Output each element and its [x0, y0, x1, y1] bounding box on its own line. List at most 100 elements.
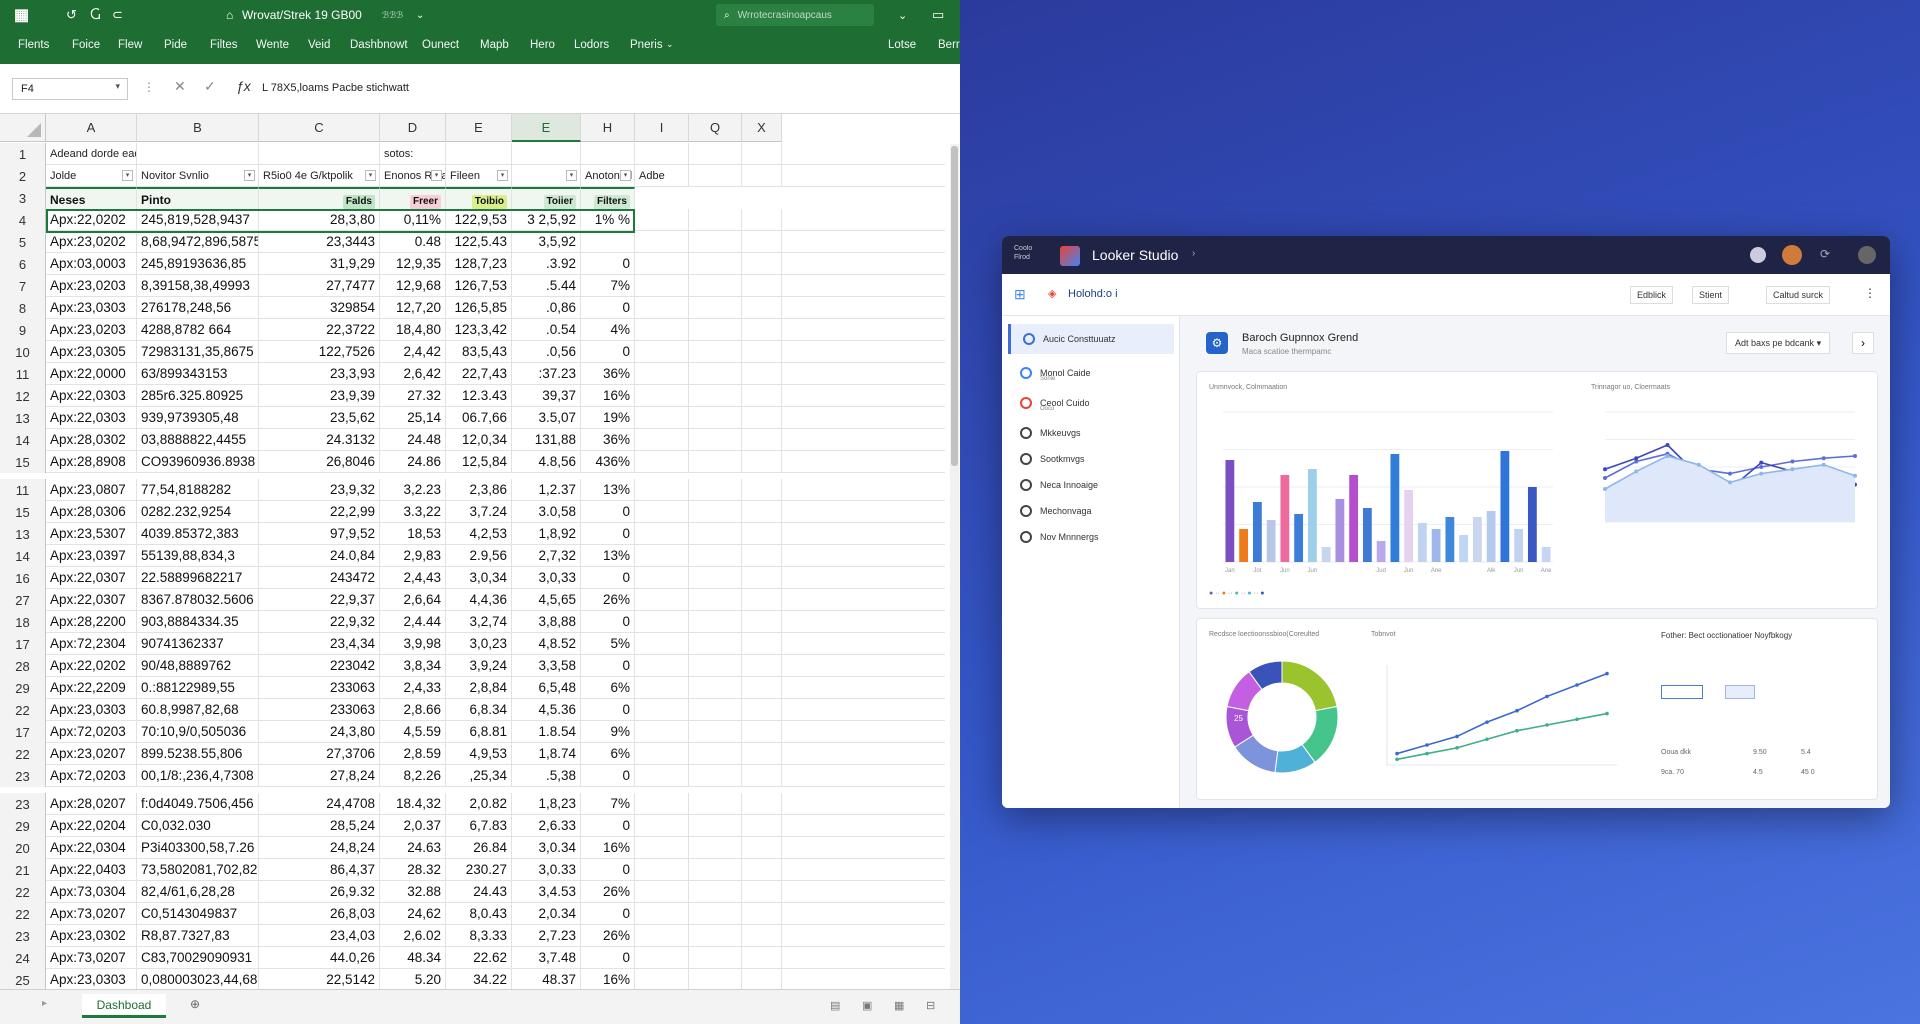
filter-select[interactable]: [1725, 685, 1755, 699]
cell[interactable]: Apx:22,0307: [46, 589, 137, 611]
cell[interactable]: :37.23: [512, 363, 581, 385]
cell[interactable]: Apx:23,0305: [46, 341, 137, 363]
cell[interactable]: Apx:22,0303: [46, 385, 137, 407]
cell[interactable]: [742, 297, 782, 319]
cell[interactable]: [742, 319, 782, 341]
cell[interactable]: [689, 859, 742, 881]
cell[interactable]: Apx:72,0203: [46, 721, 137, 743]
cell[interactable]: 63/899343153: [137, 363, 259, 385]
row-header[interactable]: 15: [0, 501, 46, 523]
cell[interactable]: 2,4.44: [380, 611, 446, 633]
cell[interactable]: Apx:23,0397: [46, 545, 137, 567]
row-header[interactable]: 20: [0, 837, 46, 859]
cell[interactable]: 903,8884334.35: [137, 611, 259, 633]
chevron-down-icon[interactable]: ⌄: [898, 0, 907, 30]
menu-item[interactable]: Hero: [530, 39, 555, 51]
cell[interactable]: 55139,88,834,3: [137, 545, 259, 567]
cell[interactable]: 24.63: [380, 837, 446, 859]
cell[interactable]: [689, 165, 742, 187]
cell[interactable]: [689, 319, 742, 341]
cell[interactable]: [635, 881, 689, 903]
cell[interactable]: 123,3,42: [446, 319, 512, 341]
page-break-icon[interactable]: ▦: [894, 999, 904, 1012]
cell[interactable]: 2,8.66: [380, 699, 446, 721]
sidebar-item[interactable]: Aucic Consttuuatz: [1008, 324, 1174, 354]
cell[interactable]: 0: [581, 501, 635, 523]
cell[interactable]: [689, 881, 742, 903]
header-cell[interactable]: Pinto: [137, 187, 259, 209]
cell[interactable]: 122,7526: [259, 341, 380, 363]
cell[interactable]: 12,7,20: [380, 297, 446, 319]
cell[interactable]: Apx:22,0204: [46, 815, 137, 837]
cell[interactable]: 3,7.48: [512, 947, 581, 969]
enter-icon[interactable]: ✓: [204, 78, 216, 95]
cell[interactable]: 27.32: [380, 385, 446, 407]
cell[interactable]: 126,5,85: [446, 297, 512, 319]
cell[interactable]: [689, 633, 742, 655]
row-header[interactable]: 22: [0, 881, 46, 903]
cell[interactable]: 83,5,43: [446, 341, 512, 363]
cell[interactable]: 7%: [581, 793, 635, 815]
filter-dropdown-icon[interactable]: ▾: [122, 170, 133, 181]
cell[interactable]: 8,39158,38,49993: [137, 275, 259, 297]
cell[interactable]: 22,9,32: [259, 611, 380, 633]
cell[interactable]: [689, 567, 742, 589]
cell[interactable]: 22.62: [446, 947, 512, 969]
cell[interactable]: 00,1/8:,236,4,7308: [137, 765, 259, 787]
cell[interactable]: 39,37: [512, 385, 581, 407]
cell[interactable]: 23,3,93: [259, 363, 380, 385]
cell[interactable]: 26,9.32: [259, 881, 380, 903]
menu-item[interactable]: Foice: [72, 39, 100, 51]
cell[interactable]: 2.9,56: [446, 545, 512, 567]
menu-item[interactable]: Filtes: [210, 39, 237, 51]
cell[interactable]: 329854: [259, 297, 380, 319]
cell[interactable]: Apx:23,5307: [46, 523, 137, 545]
cell[interactable]: [742, 545, 782, 567]
cell[interactable]: 5%: [581, 633, 635, 655]
cell[interactable]: 4,2,53: [446, 523, 512, 545]
cell[interactable]: .0.54: [512, 319, 581, 341]
cell[interactable]: 25,14: [380, 407, 446, 429]
row-header[interactable]: 10: [0, 341, 46, 363]
cell[interactable]: 24.48: [380, 429, 446, 451]
header-cell[interactable]: Toibio: [446, 187, 512, 209]
cell[interactable]: Enonos Rotay▾: [380, 165, 446, 187]
cell[interactable]: Apx:22,0304: [46, 837, 137, 859]
cell[interactable]: 8367.878032.5606: [137, 589, 259, 611]
cell[interactable]: 23,4,34: [259, 633, 380, 655]
cell[interactable]: 4,5,65: [512, 589, 581, 611]
cell[interactable]: 24,62: [380, 903, 446, 925]
cell[interactable]: [689, 275, 742, 297]
cell[interactable]: 2,6,64: [380, 589, 446, 611]
cell[interactable]: 126,7,53: [446, 275, 512, 297]
cell[interactable]: 13%: [581, 479, 635, 501]
cell[interactable]: [635, 859, 689, 881]
cell[interactable]: 26%: [581, 925, 635, 947]
header-cell[interactable]: Falds: [259, 187, 380, 209]
page-layout-icon[interactable]: ▣: [862, 999, 872, 1012]
row-header[interactable]: 14: [0, 545, 46, 567]
cell[interactable]: Apx:28,8908: [46, 451, 137, 473]
cell[interactable]: [635, 407, 689, 429]
cell[interactable]: [689, 765, 742, 787]
cell[interactable]: Apx:72,0203: [46, 765, 137, 787]
cell[interactable]: Apx:23,0302: [46, 925, 137, 947]
sheet-nav-icon[interactable]: ▸: [42, 998, 47, 1009]
header-cell[interactable]: Freer: [380, 187, 446, 209]
header-cell[interactable]: Neses: [46, 187, 137, 209]
row-header[interactable]: 22: [0, 903, 46, 925]
cell[interactable]: 73,5802081,702,82,06: [137, 859, 259, 881]
cell[interactable]: [635, 451, 689, 473]
row-header[interactable]: 5: [0, 231, 46, 253]
cell[interactable]: [581, 143, 635, 165]
row-header[interactable]: 16: [0, 567, 46, 589]
cell[interactable]: 06.7,66: [446, 407, 512, 429]
cell[interactable]: 23,9,32: [259, 479, 380, 501]
cell[interactable]: [689, 925, 742, 947]
cell[interactable]: [689, 721, 742, 743]
cell[interactable]: 285r6.325.80925: [137, 385, 259, 407]
cell[interactable]: Apx:22,0307: [46, 567, 137, 589]
cell[interactable]: [635, 479, 689, 501]
header-cell[interactable]: Toiier: [512, 187, 581, 209]
cell[interactable]: [446, 143, 512, 165]
